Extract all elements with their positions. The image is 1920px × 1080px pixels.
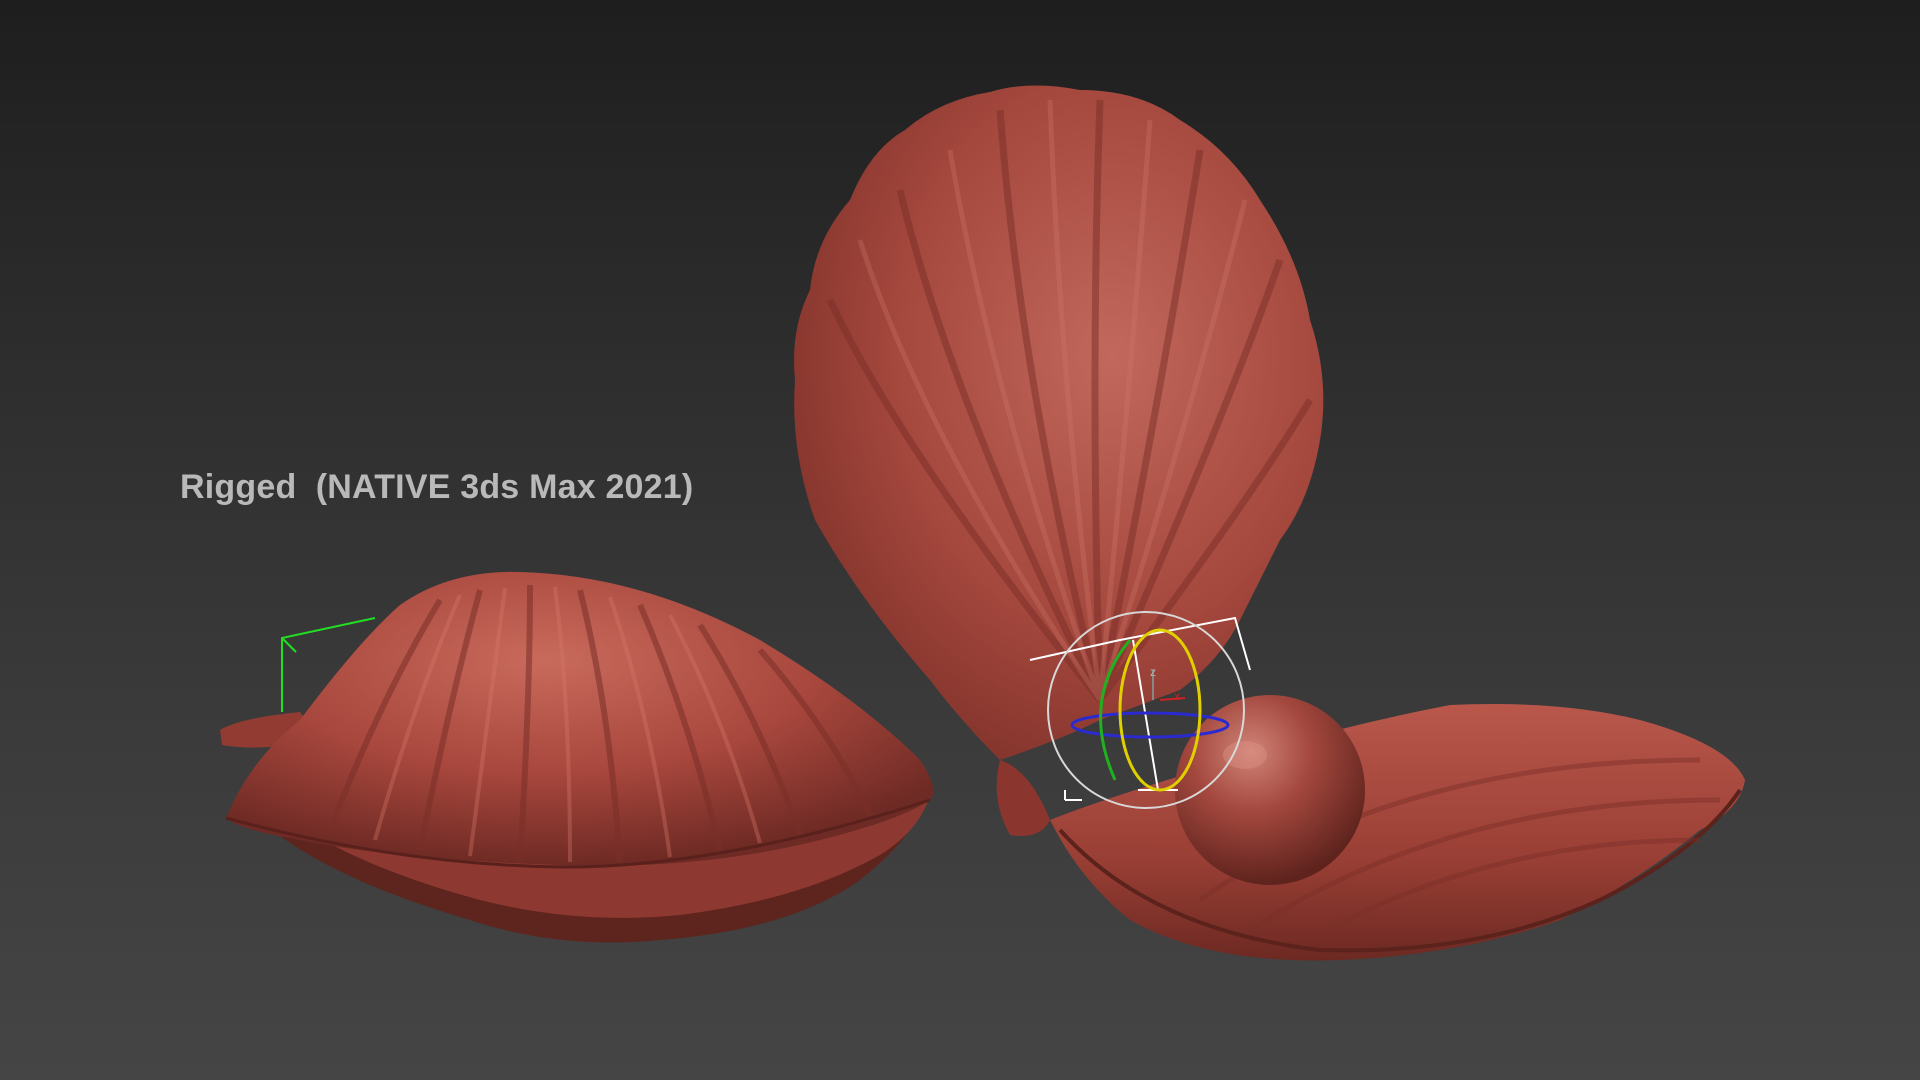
gizmo-z-label: z <box>1150 665 1156 679</box>
viewport-scene: z x <box>220 85 1745 961</box>
open-shell[interactable] <box>794 85 1745 961</box>
open-shell-top <box>794 85 1324 761</box>
gizmo-x-axis <box>1159 697 1186 701</box>
gizmo-x-label: x <box>1174 689 1180 703</box>
open-shell-bottom <box>1050 704 1745 961</box>
3d-viewport[interactable]: z x Rigged (NATIVE 3ds Max 2021) <box>0 0 1920 1080</box>
closed-shell[interactable] <box>220 571 934 943</box>
viewport-caption: Rigged (NATIVE 3ds Max 2021) <box>180 468 694 506</box>
